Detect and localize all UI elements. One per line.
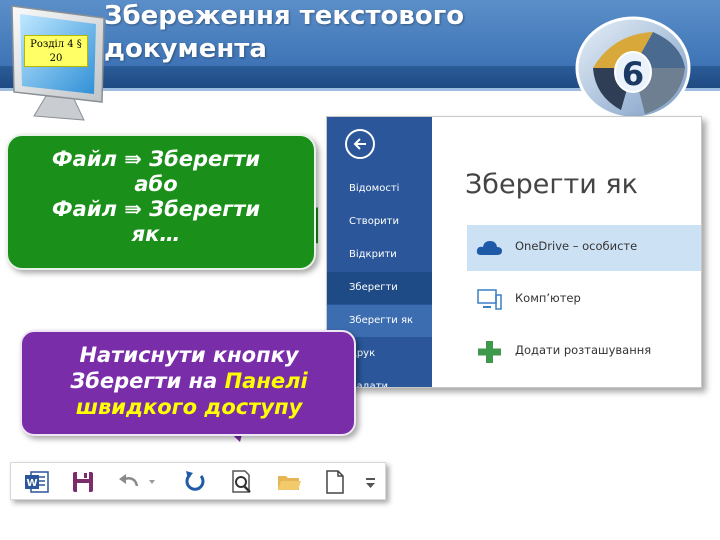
save-as-window: Відомості Створити Відкрити Зберегти Збе… [326, 116, 702, 388]
location-onedrive[interactable]: OneDrive – особисте [467, 225, 701, 271]
redo-icon[interactable] [181, 468, 209, 496]
open-folder-icon[interactable] [275, 468, 303, 496]
callout-green-line-3: Файл ⇛ Зберегти [51, 197, 261, 221]
arrow-left-icon [353, 138, 366, 150]
undo-dropdown-icon[interactable] [143, 468, 171, 496]
new-document-icon[interactable] [321, 468, 349, 496]
location-add-label: Додати розташування [515, 343, 652, 357]
menu-item-new[interactable]: Створити [327, 206, 432, 238]
computer-icon [477, 289, 502, 310]
menu-item-save[interactable]: Зберегти [327, 272, 432, 304]
undo-icon[interactable] [115, 468, 143, 496]
customize-icon[interactable] [361, 468, 381, 496]
quick-access-toolbar: W [10, 462, 386, 500]
menu-item-open[interactable]: Відкрити [327, 239, 432, 271]
callout-green-line-4: як… [131, 222, 181, 246]
grade-emblem-icon: 6 [575, 16, 691, 118]
callout-purple-text: Натиснути кнопку Зберегти на Панелі швид… [30, 342, 348, 420]
menu-item-info[interactable]: Відомості [327, 173, 432, 205]
callout-green-line-1: Файл ⇛ Зберегти [51, 147, 261, 171]
grade-number: 6 [622, 55, 644, 93]
section-badge: Розділ 4 § 20 [24, 35, 88, 67]
location-onedrive-label: OneDrive – особисте [515, 239, 638, 253]
page-title: Збереження текстового документа [104, 1, 465, 64]
section-badge-text: Розділ 4 § 20 [30, 39, 82, 64]
cloud-icon [476, 241, 502, 255]
callout-green-text: Файл ⇛ Зберегти або Файл ⇛ Зберегти як… [18, 147, 294, 247]
svg-text:W: W [26, 478, 37, 489]
location-add[interactable]: Додати розташування [467, 329, 701, 375]
back-button[interactable] [345, 129, 375, 159]
save-icon[interactable] [69, 468, 97, 496]
word-icon[interactable]: W [23, 468, 51, 496]
print-preview-icon[interactable] [227, 468, 255, 496]
location-computer[interactable]: Комп’ютер [467, 277, 701, 323]
plus-icon [478, 341, 501, 363]
callout-green-line-2: або [134, 172, 178, 196]
location-computer-label: Комп’ютер [515, 291, 581, 305]
save-as-title: Зберегти як [465, 169, 638, 200]
